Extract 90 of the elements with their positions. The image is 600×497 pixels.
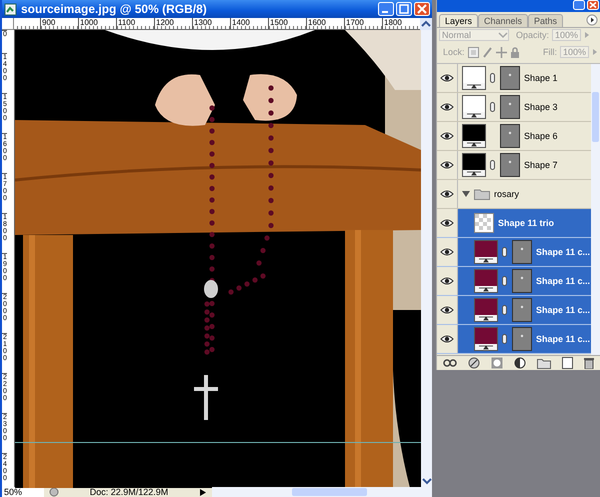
- layer-name: Shape 11 trio: [498, 218, 554, 228]
- zoom-field[interactable]: 50%: [2, 487, 44, 497]
- opacity-label: Opacity:: [516, 30, 550, 40]
- ruler-label: 1100: [116, 18, 154, 29]
- close-button[interactable]: [587, 0, 599, 10]
- mask-thumbnail: [500, 153, 520, 177]
- panel-menu-icon[interactable]: [586, 14, 598, 26]
- minimize-button[interactable]: [378, 2, 394, 16]
- eye-icon[interactable]: [440, 305, 454, 315]
- status-menu-arrow-icon[interactable]: [198, 488, 208, 496]
- mask-thumbnail: [500, 124, 520, 148]
- horizontal-scrollbar[interactable]: [212, 487, 432, 497]
- ruler-label: 1200: [154, 18, 192, 29]
- scroll-thumb[interactable]: [292, 488, 367, 496]
- link-icon[interactable]: [490, 73, 495, 83]
- eye-icon[interactable]: [440, 247, 454, 257]
- mask-thumbnail: [512, 298, 532, 322]
- adjustment-layer-icon[interactable]: [514, 357, 526, 369]
- vertical-scrollbar[interactable]: [421, 30, 432, 487]
- layer-row[interactable]: Shape 11 c...: [437, 238, 591, 267]
- layer-row[interactable]: Shape 1: [437, 64, 591, 93]
- scroll-thumb[interactable]: [592, 92, 599, 142]
- panel-tab[interactable]: Layers: [439, 14, 478, 27]
- caret-icon: [498, 30, 508, 38]
- eye-icon[interactable]: [440, 334, 454, 344]
- mask-thumbnail: [512, 269, 532, 293]
- layer-row[interactable]: Shape 3: [437, 93, 591, 122]
- ruler-label: 1700: [344, 18, 382, 29]
- layer-row[interactable]: rosary: [437, 180, 591, 209]
- lock-label: Lock:: [443, 47, 465, 57]
- layer-row[interactable]: Shape 11 trio: [437, 209, 591, 238]
- ruler-label: 1500: [268, 18, 306, 29]
- layer-row[interactable]: Shape 11 c...: [437, 267, 591, 296]
- mask-icon[interactable]: [490, 357, 503, 369]
- layer-name: Shape 7: [524, 160, 558, 170]
- eye-icon[interactable]: [440, 218, 454, 228]
- mask-thumbnail: [512, 327, 532, 351]
- link-icon[interactable]: [502, 334, 507, 344]
- layer-name: Shape 3: [524, 102, 558, 112]
- link-icon[interactable]: [502, 276, 507, 286]
- expand-caret-icon[interactable]: [462, 190, 470, 198]
- status-icon[interactable]: [48, 487, 60, 497]
- layer-name: Shape 11 c...: [536, 334, 590, 344]
- eye-icon[interactable]: [440, 102, 454, 112]
- layer-name: Shape 11 c...: [536, 305, 590, 315]
- link-icon[interactable]: [490, 160, 495, 170]
- layer-name: Shape 11 c...: [536, 276, 590, 286]
- folder-icon[interactable]: [537, 358, 552, 368]
- mask-thumbnail: [500, 95, 520, 119]
- layer-row[interactable]: Shape 7: [437, 151, 591, 180]
- ruler-label: 1000: [78, 18, 116, 29]
- layer-row[interactable]: Shape 11 c...: [437, 325, 591, 354]
- ruler-label: 1400: [230, 18, 268, 29]
- layers-scrollbar[interactable]: [591, 64, 600, 355]
- new-layer-icon[interactable]: [562, 357, 574, 369]
- document-size: Doc: 22.9M/122.9M: [88, 487, 170, 497]
- eye-icon[interactable]: [440, 160, 454, 170]
- panel-button-icon[interactable]: [573, 0, 585, 10]
- layer-row[interactable]: Shape 6: [437, 122, 591, 151]
- eye-icon[interactable]: [440, 73, 454, 83]
- link-icon[interactable]: [490, 102, 495, 112]
- link-layers-icon[interactable]: [442, 358, 457, 368]
- link-icon[interactable]: [502, 247, 507, 257]
- close-button[interactable]: [414, 2, 430, 16]
- layer-name: Shape 11 c...: [536, 247, 590, 257]
- layer-style-icon[interactable]: [468, 357, 480, 369]
- scroll-down-icon[interactable]: [422, 477, 432, 485]
- maximize-button[interactable]: [396, 2, 412, 16]
- ruler-label: 1600: [306, 18, 344, 29]
- eye-icon[interactable]: [440, 189, 454, 199]
- layer-row[interactable]: Shape 11 c...: [437, 296, 591, 325]
- checkerboard-thumbnail: [474, 213, 494, 233]
- panel-tab[interactable]: Channels: [478, 14, 528, 27]
- eye-icon[interactable]: [440, 131, 454, 141]
- trash-icon[interactable]: [584, 357, 594, 369]
- mask-thumbnail: [512, 240, 532, 264]
- window-title: sourceimage.jpg @ 50% (RGB/8): [21, 2, 207, 16]
- mask-thumbnail: [500, 66, 520, 90]
- fill-label: Fill:: [542, 47, 557, 57]
- link-icon[interactable]: [502, 305, 507, 315]
- folder-icon: [474, 188, 490, 200]
- document-icon: [4, 2, 17, 16]
- ruler-label: 1300: [192, 18, 230, 29]
- scroll-up-icon[interactable]: [421, 20, 431, 28]
- layer-name: Shape 1: [524, 73, 558, 83]
- layer-name: Shape 6: [524, 131, 558, 141]
- ruler-label: 900: [40, 18, 78, 29]
- eye-icon[interactable]: [440, 276, 454, 286]
- panel-tab[interactable]: Paths: [528, 14, 564, 27]
- layer-name: rosary: [494, 189, 520, 199]
